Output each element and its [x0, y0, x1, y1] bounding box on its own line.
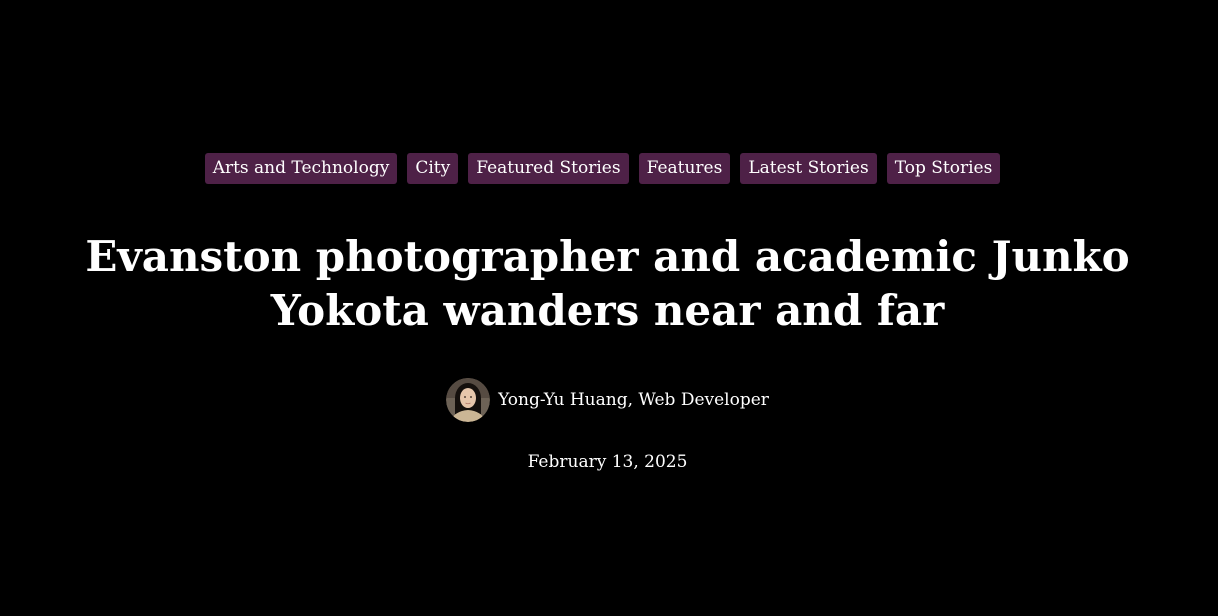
tag-features[interactable]: Features — [638, 153, 731, 184]
category-tags: Arts and Technology City Featured Storie… — [0, 153, 1205, 184]
tag-featured-stories[interactable]: Featured Stories — [468, 153, 629, 184]
tag-arts-and-technology[interactable]: Arts and Technology — [204, 153, 398, 184]
author-name[interactable]: Yong-Yu Huang, Web Developer — [498, 390, 769, 410]
tag-latest-stories[interactable]: Latest Stories — [740, 153, 877, 184]
byline: Yong-Yu Huang, Web Developer — [0, 378, 1215, 422]
avatar-image — [446, 378, 491, 422]
author-avatar[interactable] — [446, 378, 491, 422]
tag-top-stories[interactable]: Top Stories — [886, 153, 1001, 184]
publish-date: February 13, 2025 — [527, 452, 688, 472]
article-headline: Evanston photographer and academic Junko… — [85, 232, 1130, 335]
article-header: Arts and Technology City Featured Storie… — [0, 0, 1218, 616]
tag-city[interactable]: City — [407, 153, 459, 184]
